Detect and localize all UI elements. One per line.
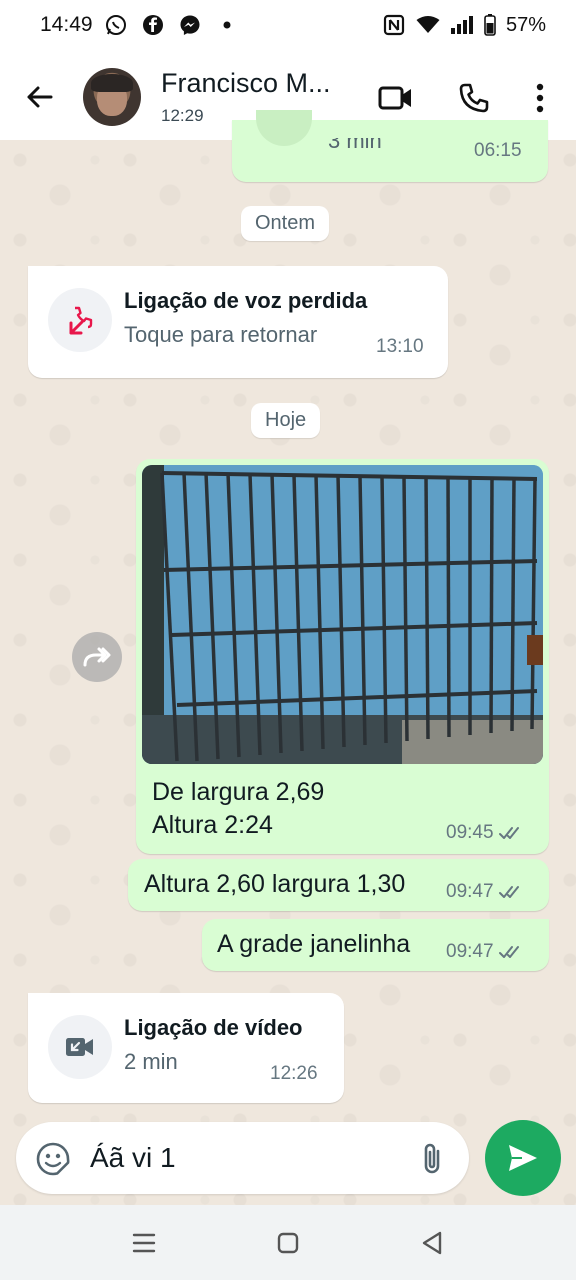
message-text: Altura 2,60 largura 1,30 <box>144 870 406 898</box>
notification-dot-icon <box>215 13 239 37</box>
message-time: 09:47 <box>446 881 494 902</box>
message-meta: 09:47 <box>446 881 525 903</box>
last-seen: 12:29 <box>161 106 204 125</box>
avatar[interactable] <box>83 68 141 126</box>
more-icon[interactable] <box>522 80 558 116</box>
image-message-meta: 09:45 <box>446 822 525 844</box>
text-message-bubble[interactable]: A grade janelinha 09:47 <box>202 919 549 971</box>
system-nav-bar <box>0 1205 576 1280</box>
back-nav-icon[interactable] <box>418 1229 446 1257</box>
video-call-icon-wrap <box>48 1015 112 1079</box>
video-call-bubble[interactable]: Ligação de vídeo 2 min 12:26 <box>28 993 344 1103</box>
signal-icon <box>450 13 474 37</box>
missed-call-bubble[interactable]: Ligação de voz perdida Toque para retorn… <box>28 266 448 378</box>
text-message-bubble[interactable]: Altura 2,60 largura 1,30 09:47 <box>128 859 549 911</box>
message-time: 13:10 <box>376 336 424 357</box>
read-ticks-icon <box>498 946 519 958</box>
status-bar: 14:49 57% <box>0 0 576 52</box>
message-time: 06:15 <box>474 140 522 161</box>
missed-call-subtitle: Toque para retornar <box>124 322 318 347</box>
facebook-icon <box>141 13 165 37</box>
message-time: 12:26 <box>270 1063 318 1084</box>
message-input[interactable]: Áã vi 1 <box>16 1122 469 1194</box>
message-time: 09:45 <box>446 822 494 843</box>
missed-call-icon <box>69 306 93 335</box>
date-chip-yesterday: Ontem <box>241 206 330 241</box>
outgoing-video-call-icon <box>66 1038 93 1056</box>
partial-call-bubble[interactable]: 3 min 06:15 <box>232 110 548 182</box>
contact-name[interactable]: Francisco M... <box>161 68 331 99</box>
messenger-icon <box>178 13 202 37</box>
video-call-title: Ligação de vídeo <box>124 1015 303 1040</box>
read-ticks-icon <box>498 827 519 839</box>
battery-percent: 57% <box>505 13 546 36</box>
forward-icon <box>83 647 111 667</box>
image-caption-line1: De largura 2,69 <box>152 778 325 806</box>
phone-icon[interactable] <box>456 80 492 116</box>
message-time: 09:47 <box>446 941 494 962</box>
message-meta: 09:47 <box>446 941 525 963</box>
attach-icon[interactable] <box>418 1142 446 1181</box>
image-caption-line2: Altura 2:24 <box>152 811 273 839</box>
nfc-icon <box>382 13 406 37</box>
message-text: A grade janelinha <box>217 930 411 958</box>
send-icon <box>509 1145 537 1171</box>
battery-icon <box>484 13 496 37</box>
whatsapp-icon <box>104 13 128 37</box>
partial-call-duration: 3 min <box>328 128 382 153</box>
date-chip-today: Hoje <box>251 403 321 438</box>
status-time: 14:49 <box>40 13 93 36</box>
missed-call-icon-wrap <box>48 288 112 352</box>
back-arrow-icon[interactable] <box>22 80 56 114</box>
wifi-icon <box>416 13 440 37</box>
sticker-icon[interactable] <box>36 1142 70 1181</box>
missed-call-title: Ligação de voz perdida <box>124 288 368 313</box>
send-button[interactable] <box>485 1120 561 1196</box>
recents-icon[interactable] <box>130 1229 158 1257</box>
gate-photo[interactable] <box>142 465 543 764</box>
read-ticks-icon <box>498 886 519 898</box>
message-input-text[interactable]: Áã vi 1 <box>90 1142 176 1174</box>
forward-button[interactable] <box>72 632 122 682</box>
video-call-duration: 2 min <box>124 1049 178 1074</box>
home-icon[interactable] <box>274 1229 302 1257</box>
video-call-icon[interactable] <box>378 80 414 116</box>
